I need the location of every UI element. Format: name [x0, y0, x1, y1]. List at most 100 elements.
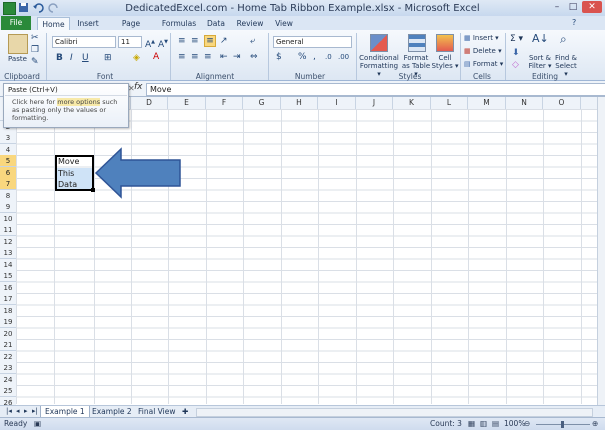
zoom-level[interactable]: 100% [504, 419, 525, 429]
tab-page-layout[interactable]: Page Layout [108, 17, 154, 41]
row-header[interactable]: 9 [0, 201, 16, 213]
row-header[interactable]: 5 [0, 155, 16, 167]
tab-data[interactable]: Data [204, 17, 228, 30]
column-header[interactable]: O [543, 97, 581, 109]
grow-font-icon[interactable]: A▲ [145, 37, 155, 50]
row-header[interactable]: 3 [0, 132, 16, 144]
macro-record-icon[interactable]: ▣ [34, 419, 41, 429]
fill-icon[interactable]: ⬇ [512, 48, 520, 58]
row-header[interactable]: 10 [0, 212, 16, 225]
page-layout-view-icon[interactable]: ▥ [480, 419, 487, 429]
comma-button[interactable]: , [313, 52, 316, 62]
column-header[interactable]: G [243, 97, 281, 109]
row-header[interactable]: 12 [0, 235, 16, 248]
clear-icon[interactable]: ◇ [512, 60, 519, 70]
column-header[interactable]: K [393, 97, 431, 109]
page-break-view-icon[interactable]: ▤ [492, 419, 499, 429]
column-header[interactable]: L [431, 97, 468, 109]
zoom-in-icon[interactable]: ⊕ [592, 419, 598, 429]
currency-button[interactable]: $ [276, 52, 282, 62]
column-header[interactable]: D [131, 97, 168, 109]
column-header[interactable]: J [356, 97, 393, 109]
tab-formulas[interactable]: Formulas [160, 17, 198, 30]
row-header[interactable]: 23 [0, 362, 16, 374]
paste-icon[interactable] [8, 34, 28, 54]
autosum-button[interactable]: Σ ▾ [510, 35, 523, 44]
row-header[interactable]: 6 [0, 166, 16, 179]
formula-input[interactable]: Move [146, 83, 605, 96]
font-color-icon[interactable]: A [153, 52, 159, 62]
zoom-out-icon[interactable]: ⊖ [524, 419, 530, 429]
row-header[interactable]: 4 [0, 143, 16, 156]
increase-decimal-icon[interactable]: .0 [325, 52, 332, 62]
font-name-select[interactable]: Calibri [52, 36, 116, 48]
number-format-select[interactable]: General [273, 36, 352, 48]
align-bottom-icon[interactable]: ≡ [204, 35, 216, 47]
decrease-decimal-icon[interactable]: .00 [338, 52, 349, 62]
arrow-shape[interactable] [94, 147, 184, 199]
align-center-icon[interactable]: ≡ [191, 52, 199, 62]
row-header[interactable]: 18 [0, 304, 16, 317]
row-header[interactable]: 16 [0, 281, 16, 294]
percent-button[interactable]: % [298, 52, 307, 62]
sort-filter-icon[interactable]: A↓ [532, 33, 549, 44]
italic-button[interactable]: I [70, 53, 73, 63]
sheet-tab-example-2[interactable]: Example 2 [88, 406, 136, 417]
help-icon[interactable]: ? [572, 18, 576, 28]
orientation-icon[interactable]: ↗ [220, 36, 228, 46]
insert-sheet-icon[interactable]: ✚ [178, 406, 192, 417]
increase-indent-icon[interactable]: ⇥ [233, 52, 241, 62]
minimize-button[interactable]: – [550, 1, 564, 13]
insert-cells-button[interactable]: ▦ Insert ▾ [464, 34, 499, 42]
delete-cells-button[interactable]: ▦ Delete ▾ [464, 47, 502, 55]
tab-insert[interactable]: Insert [74, 17, 102, 30]
tab-review[interactable]: Review [235, 17, 265, 30]
format-cells-button[interactable]: ▤ Format ▾ [464, 60, 503, 68]
vertical-scrollbar[interactable] [597, 97, 605, 405]
bold-button[interactable]: B [56, 53, 63, 63]
row-header[interactable]: 21 [0, 339, 16, 351]
column-header[interactable]: H [281, 97, 318, 109]
sort-filter-button[interactable]: Sort & Filter ▾ [527, 54, 553, 70]
underline-button[interactable]: U [82, 53, 89, 63]
find-select-icon[interactable]: ⌕ [560, 33, 567, 45]
tab-file[interactable]: File [1, 16, 31, 30]
cell-styles-button[interactable]: Cell Styles ▾ [431, 54, 459, 70]
copy-icon[interactable]: ❐ [31, 45, 39, 55]
row-header[interactable]: 24 [0, 373, 16, 386]
align-right-icon[interactable]: ≡ [204, 52, 212, 62]
paste-label[interactable]: Paste [8, 55, 27, 63]
row-header[interactable]: 11 [0, 224, 16, 236]
close-button[interactable]: ✕ [582, 1, 602, 13]
cut-icon[interactable]: ✂ [31, 33, 39, 43]
row-header[interactable]: 25 [0, 385, 16, 397]
font-size-select[interactable]: 11 [118, 36, 142, 48]
row-header[interactable]: 22 [0, 350, 16, 363]
align-top-icon[interactable]: ≡ [178, 36, 186, 46]
borders-icon[interactable]: ⊞ [104, 53, 112, 63]
format-painter-icon[interactable]: ✎ [31, 57, 39, 67]
row-header[interactable]: 20 [0, 327, 16, 340]
zoom-slider-thumb[interactable] [561, 421, 564, 428]
column-header[interactable]: N [506, 97, 543, 109]
format-as-table-icon[interactable] [408, 34, 426, 52]
row-header[interactable]: 17 [0, 293, 16, 305]
sheet-tab-final-view[interactable]: Final View [134, 406, 179, 417]
normal-view-icon[interactable]: ▦ [468, 419, 475, 429]
tab-view[interactable]: View [272, 17, 296, 30]
wrap-text-icon[interactable]: ⤶ [250, 36, 255, 46]
insert-function-button[interactable]: fx [134, 82, 143, 92]
shrink-font-icon[interactable]: A▼ [158, 37, 168, 50]
row-header[interactable]: 19 [0, 316, 16, 328]
horizontal-scrollbar[interactable] [196, 408, 593, 417]
row-header[interactable]: 15 [0, 270, 16, 282]
align-left-icon[interactable]: ≡ [178, 52, 186, 62]
row-header[interactable]: 8 [0, 189, 16, 202]
row-header[interactable]: 14 [0, 258, 16, 271]
decrease-indent-icon[interactable]: ⇤ [220, 52, 228, 62]
maximize-button[interactable]: □ [566, 1, 580, 13]
align-middle-icon[interactable]: ≡ [191, 36, 199, 46]
cell-styles-icon[interactable] [436, 34, 454, 52]
column-header[interactable]: M [468, 97, 506, 109]
conditional-formatting-icon[interactable] [370, 34, 388, 52]
